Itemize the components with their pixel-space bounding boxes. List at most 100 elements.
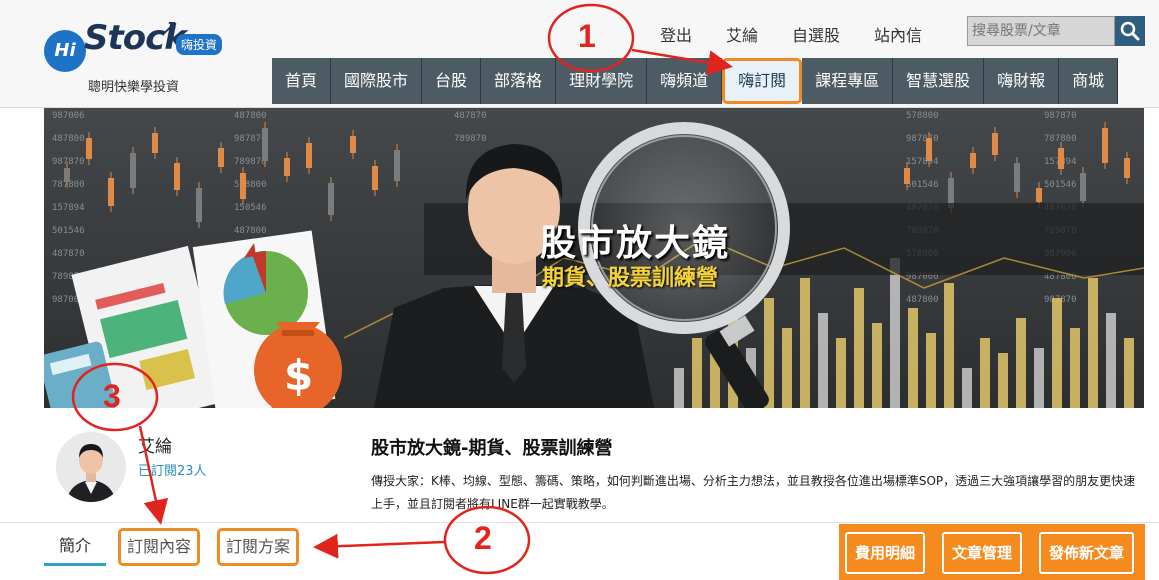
volume-bar bbox=[764, 298, 774, 408]
volume-bar bbox=[854, 288, 864, 408]
search-button[interactable] bbox=[1115, 16, 1145, 46]
volume-bar bbox=[872, 323, 882, 408]
nav-shop[interactable]: 商城 bbox=[1059, 58, 1119, 104]
ticker-number: 487870 bbox=[52, 249, 85, 259]
candle-body bbox=[64, 168, 70, 182]
avatar-icon bbox=[56, 432, 126, 502]
nav-blog[interactable]: 部落格 bbox=[481, 58, 557, 104]
logo-hi-mark: Hi bbox=[44, 30, 86, 72]
volume-bar bbox=[1052, 298, 1062, 408]
nav-subscription[interactable]: 嗨訂閱 bbox=[722, 58, 803, 104]
volume-bar bbox=[890, 258, 900, 408]
ticker-number: 578800 bbox=[906, 111, 939, 121]
inbox-link[interactable]: 站內信 bbox=[874, 22, 922, 46]
candle-body bbox=[218, 148, 224, 167]
candle-body bbox=[284, 158, 290, 176]
volume-bar bbox=[1124, 338, 1134, 408]
ticker-number: 987006 bbox=[52, 111, 85, 121]
candle-body bbox=[108, 178, 114, 206]
volume-bar bbox=[818, 313, 828, 408]
tab-intro[interactable]: 簡介 bbox=[44, 528, 106, 566]
annotation-number-1: 1 bbox=[578, 18, 596, 54]
ticker-number: 789870 bbox=[234, 157, 267, 167]
tabs-divider bbox=[0, 522, 1159, 523]
volume-bar bbox=[998, 353, 1008, 408]
ticker-number: 789870 bbox=[454, 134, 487, 144]
volume-bar bbox=[1088, 278, 1098, 408]
search-icon bbox=[1120, 21, 1140, 41]
candle-body bbox=[152, 133, 158, 153]
candle-body bbox=[1124, 158, 1130, 178]
candle-body bbox=[394, 150, 400, 181]
article-management-button[interactable]: 文章管理 bbox=[942, 532, 1023, 574]
volume-bar bbox=[674, 368, 684, 408]
search-input[interactable] bbox=[967, 16, 1115, 46]
watchlist-link[interactable]: 自選股 bbox=[792, 22, 840, 46]
new-article-button[interactable]: 發佈新文章 bbox=[1039, 532, 1135, 574]
subscriber-count: 已訂閱23人 bbox=[138, 464, 207, 479]
nav-home[interactable]: 首頁 bbox=[272, 58, 332, 104]
volume-bar bbox=[908, 308, 918, 408]
course-title: 股市放大鏡-期貨、股票訓練營 bbox=[371, 438, 613, 459]
nav-finance-academy[interactable]: 理財學院 bbox=[556, 58, 648, 104]
ticker-number: 787800 bbox=[1044, 134, 1077, 144]
ticker-number: 487800 bbox=[52, 134, 85, 144]
banner-title: 股市放大鏡 bbox=[540, 223, 731, 264]
nav-global-markets[interactable]: 國際股市 bbox=[331, 58, 423, 104]
logo-slogan: 聰明快樂學投資 bbox=[88, 80, 180, 95]
histock-logo[interactable]: Hi Stock ↗ 嗨投資 聰明快樂學投資 bbox=[40, 12, 240, 95]
annotation-number-2: 2 bbox=[474, 520, 492, 556]
candle-body bbox=[1058, 148, 1064, 169]
tab-subscription-plan[interactable]: 訂閱方案 bbox=[217, 528, 300, 566]
ticker-number: 578800 bbox=[234, 180, 267, 190]
author-name[interactable]: 艾綸 bbox=[138, 432, 172, 457]
candle-body bbox=[196, 188, 202, 222]
annotation-number-3: 3 bbox=[103, 378, 121, 414]
candle-body bbox=[174, 163, 180, 190]
ticker-number: 987870 bbox=[234, 134, 267, 144]
ticker-number: 501546 bbox=[1044, 180, 1077, 190]
logout-link[interactable]: 登出 bbox=[660, 22, 692, 46]
volume-bar bbox=[1016, 318, 1026, 408]
volume-bar bbox=[836, 338, 846, 408]
ticker-number: 987870 bbox=[906, 134, 939, 144]
volume-bar bbox=[1070, 328, 1080, 408]
candle-body bbox=[904, 168, 910, 184]
fee-details-button[interactable]: 費用明細 bbox=[845, 532, 926, 574]
nav-smart-picks[interactable]: 智慧選股 bbox=[893, 58, 985, 104]
candle-body bbox=[350, 136, 356, 153]
candle-body bbox=[1102, 128, 1108, 163]
volume-bar bbox=[926, 333, 936, 408]
volume-bar bbox=[1034, 348, 1044, 408]
ticker-number: 501546 bbox=[52, 226, 85, 236]
logo-badge: 嗨投資 bbox=[176, 34, 223, 55]
candle-body bbox=[86, 138, 92, 159]
tab-subscription-content[interactable]: 訂閱內容 bbox=[118, 528, 201, 566]
candle-body bbox=[130, 153, 136, 188]
course-banner: 987006 487800 987870 787800 157894 501546 4878… bbox=[44, 108, 1144, 408]
ticker-number: 487800 bbox=[234, 226, 267, 236]
candle-body bbox=[1014, 163, 1020, 192]
ticker-number: 487800 bbox=[906, 295, 939, 305]
nav-financials[interactable]: 嗨財報 bbox=[984, 58, 1060, 104]
nav-courses[interactable]: 課程專區 bbox=[802, 58, 894, 104]
ticker-number: 150546 bbox=[234, 203, 267, 213]
candle-body bbox=[262, 128, 268, 161]
candle-body bbox=[328, 183, 334, 215]
author-avatar[interactable] bbox=[56, 432, 126, 502]
user-name-link[interactable]: 艾綸 bbox=[726, 22, 758, 46]
ticker-number: 487870 bbox=[454, 111, 487, 121]
candle-body bbox=[240, 173, 246, 199]
main-nav: 首頁 國際股市 台股 部落格 理財學院 嗨頻道 嗨訂閱 課程專區 智慧選股 嗨財… bbox=[272, 58, 1119, 104]
ticker-number: 487800 bbox=[234, 111, 267, 121]
volume-bar bbox=[800, 278, 810, 408]
candle-body bbox=[1080, 173, 1086, 201]
candle-body bbox=[372, 166, 378, 190]
ticker-number: 157894 bbox=[52, 203, 85, 213]
nav-tw-stocks[interactable]: 台股 bbox=[422, 58, 482, 104]
volume-bar bbox=[980, 338, 990, 408]
course-description: 傳授大家：K棒、均線、型態、籌碼、策略，如何判斷進出場、分析主力想法，並且教授各… bbox=[371, 474, 1136, 511]
volume-bar bbox=[782, 328, 792, 408]
volume-bar bbox=[1106, 313, 1116, 408]
nav-channel[interactable]: 嗨頻道 bbox=[647, 58, 723, 104]
